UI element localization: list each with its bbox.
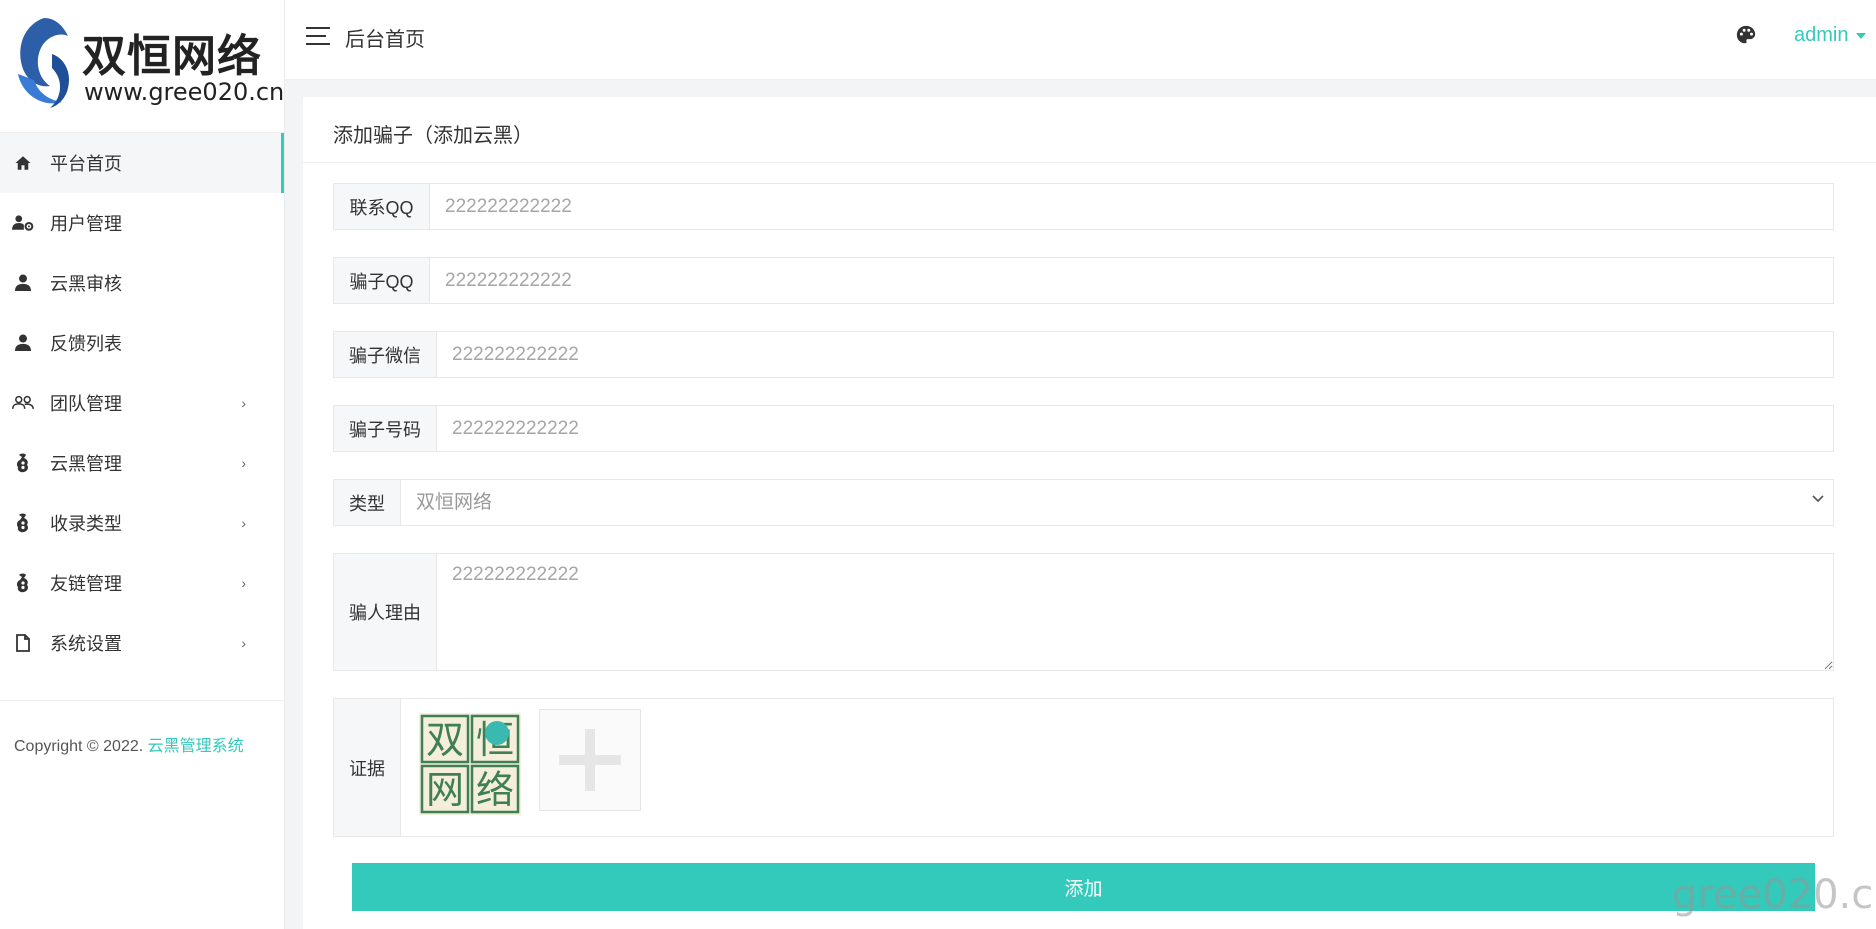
chevron-right-icon: ›: [241, 395, 246, 411]
reason-label: 骗人理由: [334, 554, 437, 670]
card-title: 添加骗子（添加云黑）: [303, 97, 1876, 163]
sidebar-item-users[interactable]: 用户管理: [0, 193, 284, 253]
sidebar-item-settings[interactable]: 系统设置 ›: [0, 613, 284, 673]
user-menu[interactable]: admin: [1794, 24, 1867, 47]
type-select[interactable]: 双恒网络: [401, 480, 1833, 525]
sidebar-item-feedback[interactable]: 反馈列表: [0, 313, 284, 373]
sidebar-item-links[interactable]: 友链管理 ›: [0, 553, 284, 613]
copyright: Copyright © 2022. 云黑管理系统: [14, 732, 254, 762]
sidebar-item-label: 团队管理: [50, 394, 122, 414]
sidebar-item-label: 系统设置: [50, 634, 122, 654]
sidebar-item-blacklist-review[interactable]: 云黑审核: [0, 253, 284, 313]
contact-qq-row: 联系QQ: [333, 183, 1834, 230]
scammer-phone-row: 骗子号码: [333, 405, 1834, 452]
evidence-thumbnail[interactable]: 双 恒 网 络: [419, 713, 521, 815]
scammer-wechat-label: 骗子微信: [334, 332, 437, 377]
sidebar-item-label: 用户管理: [50, 214, 122, 234]
thumb-char: 双: [426, 718, 464, 762]
sidebar-item-label: 友链管理: [50, 574, 122, 594]
reason-row: 骗人理由: [333, 553, 1834, 671]
sidebar-item-team[interactable]: 团队管理 ›: [0, 373, 284, 433]
chevron-right-icon: ›: [241, 635, 246, 651]
user-icon: [12, 332, 34, 354]
add-image-button[interactable]: [539, 709, 641, 811]
scammer-wechat-input[interactable]: [437, 332, 1833, 377]
sidebar-item-blacklist[interactable]: 云黑管理 ›: [0, 433, 284, 493]
sidebar: 双恒网络 www.gree020.cn 平台首页 用户管理 云黑审核 反馈列表 …: [0, 0, 285, 929]
chevron-right-icon: ›: [241, 515, 246, 531]
chevron-right-icon: ›: [241, 575, 246, 591]
palette-icon[interactable]: [1735, 24, 1759, 48]
brand-url: www.gree020.cn: [84, 78, 285, 106]
contact-qq-input[interactable]: [430, 184, 1833, 229]
sidebar-item-label: 反馈列表: [50, 334, 122, 354]
add-scammer-card: 添加骗子（添加云黑） 联系QQ 骗子QQ 骗子微信 骗子号码 类型 双恒网络 骗…: [303, 97, 1876, 929]
evidence-row: 证据 双 恒 网 络: [333, 698, 1834, 837]
type-label: 类型: [334, 480, 401, 525]
sidebar-item-categories[interactable]: 收录类型 ›: [0, 493, 284, 553]
user-name: admin: [1794, 24, 1849, 46]
add-button[interactable]: 添加: [352, 863, 1815, 911]
user-cog-icon: [12, 212, 34, 234]
hand-icon: [12, 572, 34, 594]
top-header: 后台首页 admin: [285, 0, 1876, 80]
caret-down-icon: [1856, 32, 1867, 39]
plus-icon: [559, 729, 621, 791]
menu-toggle-icon[interactable]: [306, 27, 330, 45]
scammer-qq-label: 骗子QQ: [334, 258, 430, 303]
scammer-phone-input[interactable]: [437, 406, 1833, 451]
chevron-right-icon: ›: [241, 455, 246, 471]
scammer-qq-row: 骗子QQ: [333, 257, 1834, 304]
hand-icon: [12, 452, 34, 474]
users-icon: [12, 392, 34, 414]
sidebar-item-label: 收录类型: [50, 514, 122, 534]
thumb-char: 络: [476, 768, 514, 812]
thumb-char: 网: [426, 768, 464, 812]
sidebar-item-home[interactable]: 平台首页: [0, 133, 284, 193]
sidebar-divider: [0, 700, 284, 701]
logo[interactable]: 双恒网络 www.gree020.cn: [0, 0, 284, 133]
hand-icon: [12, 512, 34, 534]
brand-name: 双恒网络: [82, 31, 262, 82]
home-icon: [12, 152, 34, 174]
evidence-upload-area: 双 恒 网 络: [401, 699, 1833, 836]
file-icon: [12, 632, 34, 654]
user-icon: [12, 272, 34, 294]
scammer-wechat-row: 骗子微信: [333, 331, 1834, 378]
type-select-wrap: 双恒网络: [401, 480, 1833, 525]
copyright-text: Copyright © 2022.: [14, 738, 148, 755]
type-row: 类型 双恒网络: [333, 479, 1834, 526]
contact-qq-label: 联系QQ: [334, 184, 430, 229]
scammer-phone-label: 骗子号码: [334, 406, 437, 451]
sidebar-item-label: 云黑管理: [50, 454, 122, 474]
sidebar-menu: 平台首页 用户管理 云黑审核 反馈列表 团队管理 › 云黑管理 › 收录类型 ›…: [0, 133, 284, 673]
evidence-label: 证据: [334, 699, 401, 836]
reason-textarea[interactable]: [437, 554, 1833, 670]
breadcrumb: 后台首页: [345, 29, 425, 51]
dolphin-logo-icon: [18, 18, 70, 108]
sidebar-item-label: 平台首页: [50, 154, 122, 174]
copyright-link[interactable]: 云黑管理系统: [148, 738, 244, 755]
sidebar-item-label: 云黑审核: [50, 274, 122, 294]
scammer-qq-input[interactable]: [430, 258, 1833, 303]
